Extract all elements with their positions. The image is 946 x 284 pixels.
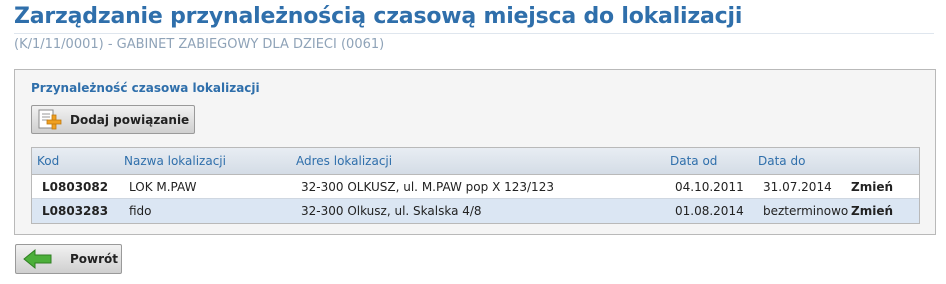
cell-data-od: 01.08.2014	[675, 204, 744, 218]
table-row: L0803283 fido 32-300 Olkusz, ul. Skalska…	[32, 199, 919, 223]
arrow-left-icon	[23, 248, 52, 270]
change-link[interactable]: Zmień	[851, 180, 893, 194]
cell-data-do: bezterminowo	[763, 204, 849, 218]
cell-kod: L0803283	[42, 204, 109, 218]
add-link-button[interactable]: Dodaj powiązanie	[31, 105, 195, 134]
table-header: Kod Nazwa lokalizacji Adres lokalizacji …	[32, 148, 919, 175]
cell-kod: L0803082	[42, 180, 109, 194]
page-subtitle: (K/1/11/0001) - GABINET ZABIEGOWY DLA DZ…	[14, 37, 385, 52]
location-membership-panel: Przynależność czasowa lokalizacji Dodaj …	[14, 69, 936, 235]
column-header-kod[interactable]: Kod	[37, 154, 59, 168]
cell-data-od: 04.10.2011	[675, 180, 744, 194]
cell-data-do: 31.07.2014	[763, 180, 832, 194]
add-link-button-label: Dodaj powiązanie	[70, 112, 190, 127]
column-header-nazwa[interactable]: Nazwa lokalizacji	[124, 154, 226, 168]
back-button-label: Powrót	[70, 252, 119, 266]
change-link[interactable]: Zmień	[851, 204, 893, 218]
cell-nazwa: fido	[129, 204, 152, 218]
back-button[interactable]: Powrót	[15, 244, 122, 274]
column-header-adres[interactable]: Adres lokalizacji	[296, 154, 392, 168]
cell-adres: 32-300 OLKUSZ, ul. M.PAW pop X 123/123	[301, 180, 554, 194]
cell-nazwa: LOK M.PAW	[129, 180, 197, 194]
column-header-data-od[interactable]: Data od	[670, 154, 717, 168]
section-title: Przynależność czasowa lokalizacji	[31, 81, 260, 95]
add-document-icon	[38, 109, 62, 129]
locations-table: Kod Nazwa lokalizacji Adres lokalizacji …	[31, 147, 920, 224]
cell-adres: 32-300 Olkusz, ul. Skalska 4/8	[301, 204, 482, 218]
page-title: Zarządzanie przynależnością czasową miej…	[14, 4, 743, 29]
page: Zarządzanie przynależnością czasową miej…	[0, 0, 946, 284]
table-row: L0803082 LOK M.PAW 32-300 OLKUSZ, ul. M.…	[32, 175, 919, 199]
column-header-data-do[interactable]: Data do	[758, 154, 805, 168]
title-divider	[14, 33, 934, 34]
